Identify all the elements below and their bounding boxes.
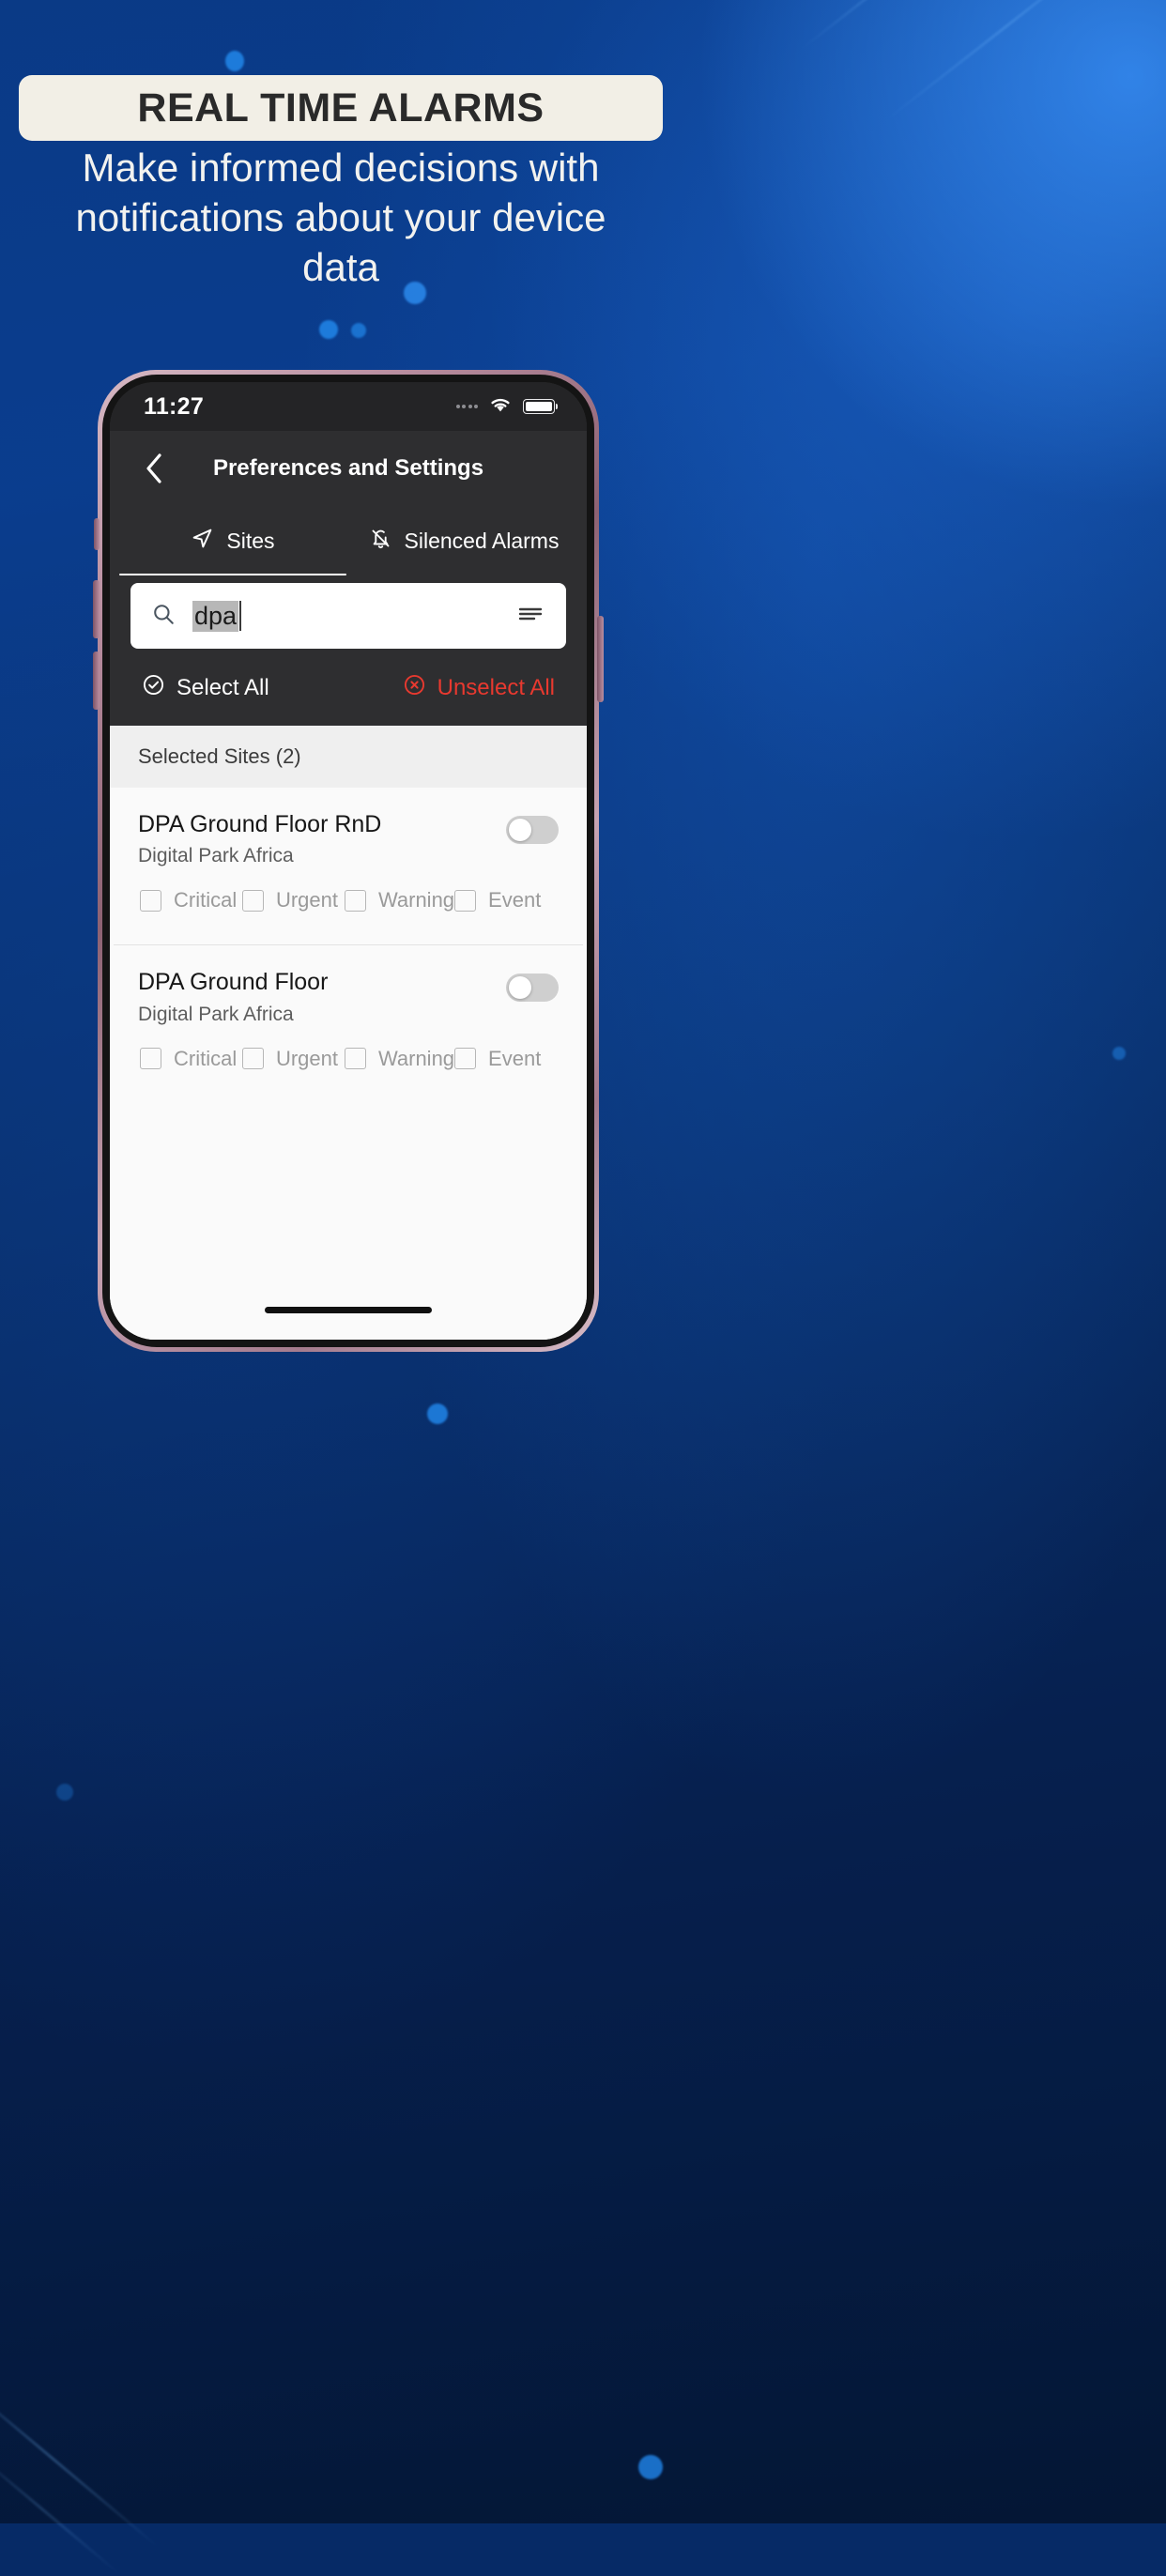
severity-urgent[interactable]: Urgent: [241, 1046, 345, 1071]
promo-subheadline: Make informed decisions with notificatio…: [75, 146, 606, 289]
checkbox-icon[interactable]: [454, 889, 477, 912]
phone-frame: 11:27 Preferences and Settings Sites Sil…: [93, 370, 604, 1352]
severity-critical[interactable]: Critical: [140, 888, 242, 912]
site-name: DPA Ground Floor: [138, 969, 329, 996]
tab-sites-label: Sites: [226, 528, 275, 553]
severity-label: Urgent: [275, 888, 339, 912]
site-row-header: DPA Ground Floor RnD Digital Park Africa: [138, 810, 559, 867]
tab-sites[interactable]: Sites: [117, 506, 348, 575]
tab-bar: Sites Silenced Alarms: [110, 506, 587, 575]
severity-label: Event: [488, 1046, 542, 1070]
site-row-text: DPA Ground Floor RnD Digital Park Africa: [138, 810, 381, 867]
status-bar-clock: 11:27: [144, 392, 205, 420]
site-subtitle: Digital Park Africa: [138, 845, 294, 867]
decorative-dot: [319, 320, 338, 339]
search-icon: [151, 602, 176, 631]
severity-label: Critical: [174, 888, 238, 912]
navigation-arrow-icon: [191, 527, 214, 556]
site-row-text: DPA Ground Floor Digital Park Africa: [138, 968, 328, 1025]
sites-list-area: Selected Sites (2) DPA Ground Floor RnD …: [110, 726, 587, 1340]
checkbox-icon[interactable]: [344, 1048, 366, 1069]
table-row[interactable]: DPA Ground Floor RnD Digital Park Africa…: [110, 788, 587, 944]
decorative-dot: [427, 1403, 448, 1424]
light-streak: [0, 2441, 122, 2576]
table-row[interactable]: DPA Ground Floor Digital Park Africa Cri…: [110, 945, 587, 1102]
severity-checkbox-group: Critical Urgent Warning Event: [138, 867, 559, 933]
decorative-dot: [638, 2455, 663, 2479]
phone-volume-up-button[interactable]: [93, 580, 100, 638]
severity-event[interactable]: Event: [454, 888, 557, 912]
decorative-dot: [1112, 1047, 1126, 1060]
tab-silenced-alarms[interactable]: Silenced Alarms: [348, 506, 579, 575]
site-row-header: DPA Ground Floor Digital Park Africa: [138, 968, 559, 1025]
page-title: Preferences and Settings: [212, 455, 484, 481]
severity-label: Urgent: [275, 1046, 339, 1070]
light-streak: [883, 0, 1129, 123]
select-all-label: Select All: [176, 675, 269, 700]
check-circle-icon: [142, 673, 165, 703]
severity-label: Critical: [174, 1046, 238, 1070]
checkbox-icon[interactable]: [140, 1048, 161, 1069]
light-streak: [0, 2366, 161, 2550]
home-indicator[interactable]: [265, 1306, 432, 1313]
battery-icon: [523, 399, 559, 414]
decorative-dot: [351, 323, 366, 338]
site-name: DPA Ground Floor RnD: [138, 811, 382, 837]
promo-headline: REAL TIME ALARMS: [137, 84, 545, 130]
severity-warning[interactable]: Warning: [344, 1046, 455, 1071]
x-circle-icon: [403, 673, 426, 703]
selection-actions: Select All Unselect All: [110, 649, 587, 726]
decorative-dot: [225, 51, 244, 71]
app-navigation-bar: Preferences and Settings: [110, 431, 587, 506]
checkbox-icon[interactable]: [454, 1048, 477, 1069]
bell-off-icon: [369, 527, 392, 556]
decorative-dot: [56, 1784, 73, 1801]
severity-label: Warning: [377, 1046, 455, 1070]
severity-critical[interactable]: Critical: [140, 1047, 242, 1071]
severity-label: Warning: [377, 888, 455, 912]
phone-mute-switch[interactable]: [94, 518, 100, 550]
promo-headline-pill: REAL TIME ALARMS: [19, 75, 663, 141]
select-all-button[interactable]: Select All: [142, 673, 269, 703]
search-input-value: dpa: [192, 600, 239, 632]
severity-urgent[interactable]: Urgent: [241, 888, 345, 912]
phone-screen: 11:27 Preferences and Settings Sites Sil…: [110, 382, 587, 1340]
selected-sites-header: Selected Sites (2): [110, 726, 587, 788]
checkbox-icon[interactable]: [241, 1048, 264, 1069]
unselect-all-button[interactable]: Unselect All: [403, 673, 555, 703]
phone-power-button[interactable]: [597, 616, 604, 702]
site-toggle[interactable]: [506, 974, 559, 1003]
checkbox-icon[interactable]: [344, 889, 366, 912]
signal-dots-icon: [455, 405, 478, 408]
home-indicator-area: [110, 1280, 587, 1340]
search-bar[interactable]: dpa: [130, 583, 566, 649]
severity-checkbox-group: Critical Urgent Warning Event: [138, 1026, 559, 1092]
tab-silenced-alarms-label: Silenced Alarms: [404, 528, 560, 553]
site-subtitle: Digital Park Africa: [138, 1003, 294, 1025]
search-section: dpa: [110, 575, 587, 649]
severity-event[interactable]: Event: [454, 1047, 557, 1071]
phone-volume-down-button[interactable]: [93, 652, 100, 710]
severity-warning[interactable]: Warning: [344, 888, 455, 912]
sites-list: DPA Ground Floor RnD Digital Park Africa…: [110, 788, 587, 1280]
unselect-all-label: Unselect All: [437, 675, 555, 700]
site-toggle[interactable]: [506, 816, 559, 844]
search-input[interactable]: dpa: [192, 600, 500, 632]
phone-mockup: 11:27 Preferences and Settings Sites Sil…: [93, 370, 604, 1352]
checkbox-icon[interactable]: [140, 889, 161, 912]
checkbox-icon[interactable]: [241, 889, 264, 912]
status-bar-indicators: [455, 395, 559, 418]
wifi-icon: [488, 395, 513, 418]
status-bar: 11:27: [110, 382, 587, 431]
chevron-left-icon[interactable]: [138, 452, 170, 484]
filter-lines-icon[interactable]: [517, 604, 544, 629]
light-streak: [799, 0, 1119, 52]
severity-label: Event: [488, 888, 542, 912]
text-caret: [239, 601, 242, 631]
